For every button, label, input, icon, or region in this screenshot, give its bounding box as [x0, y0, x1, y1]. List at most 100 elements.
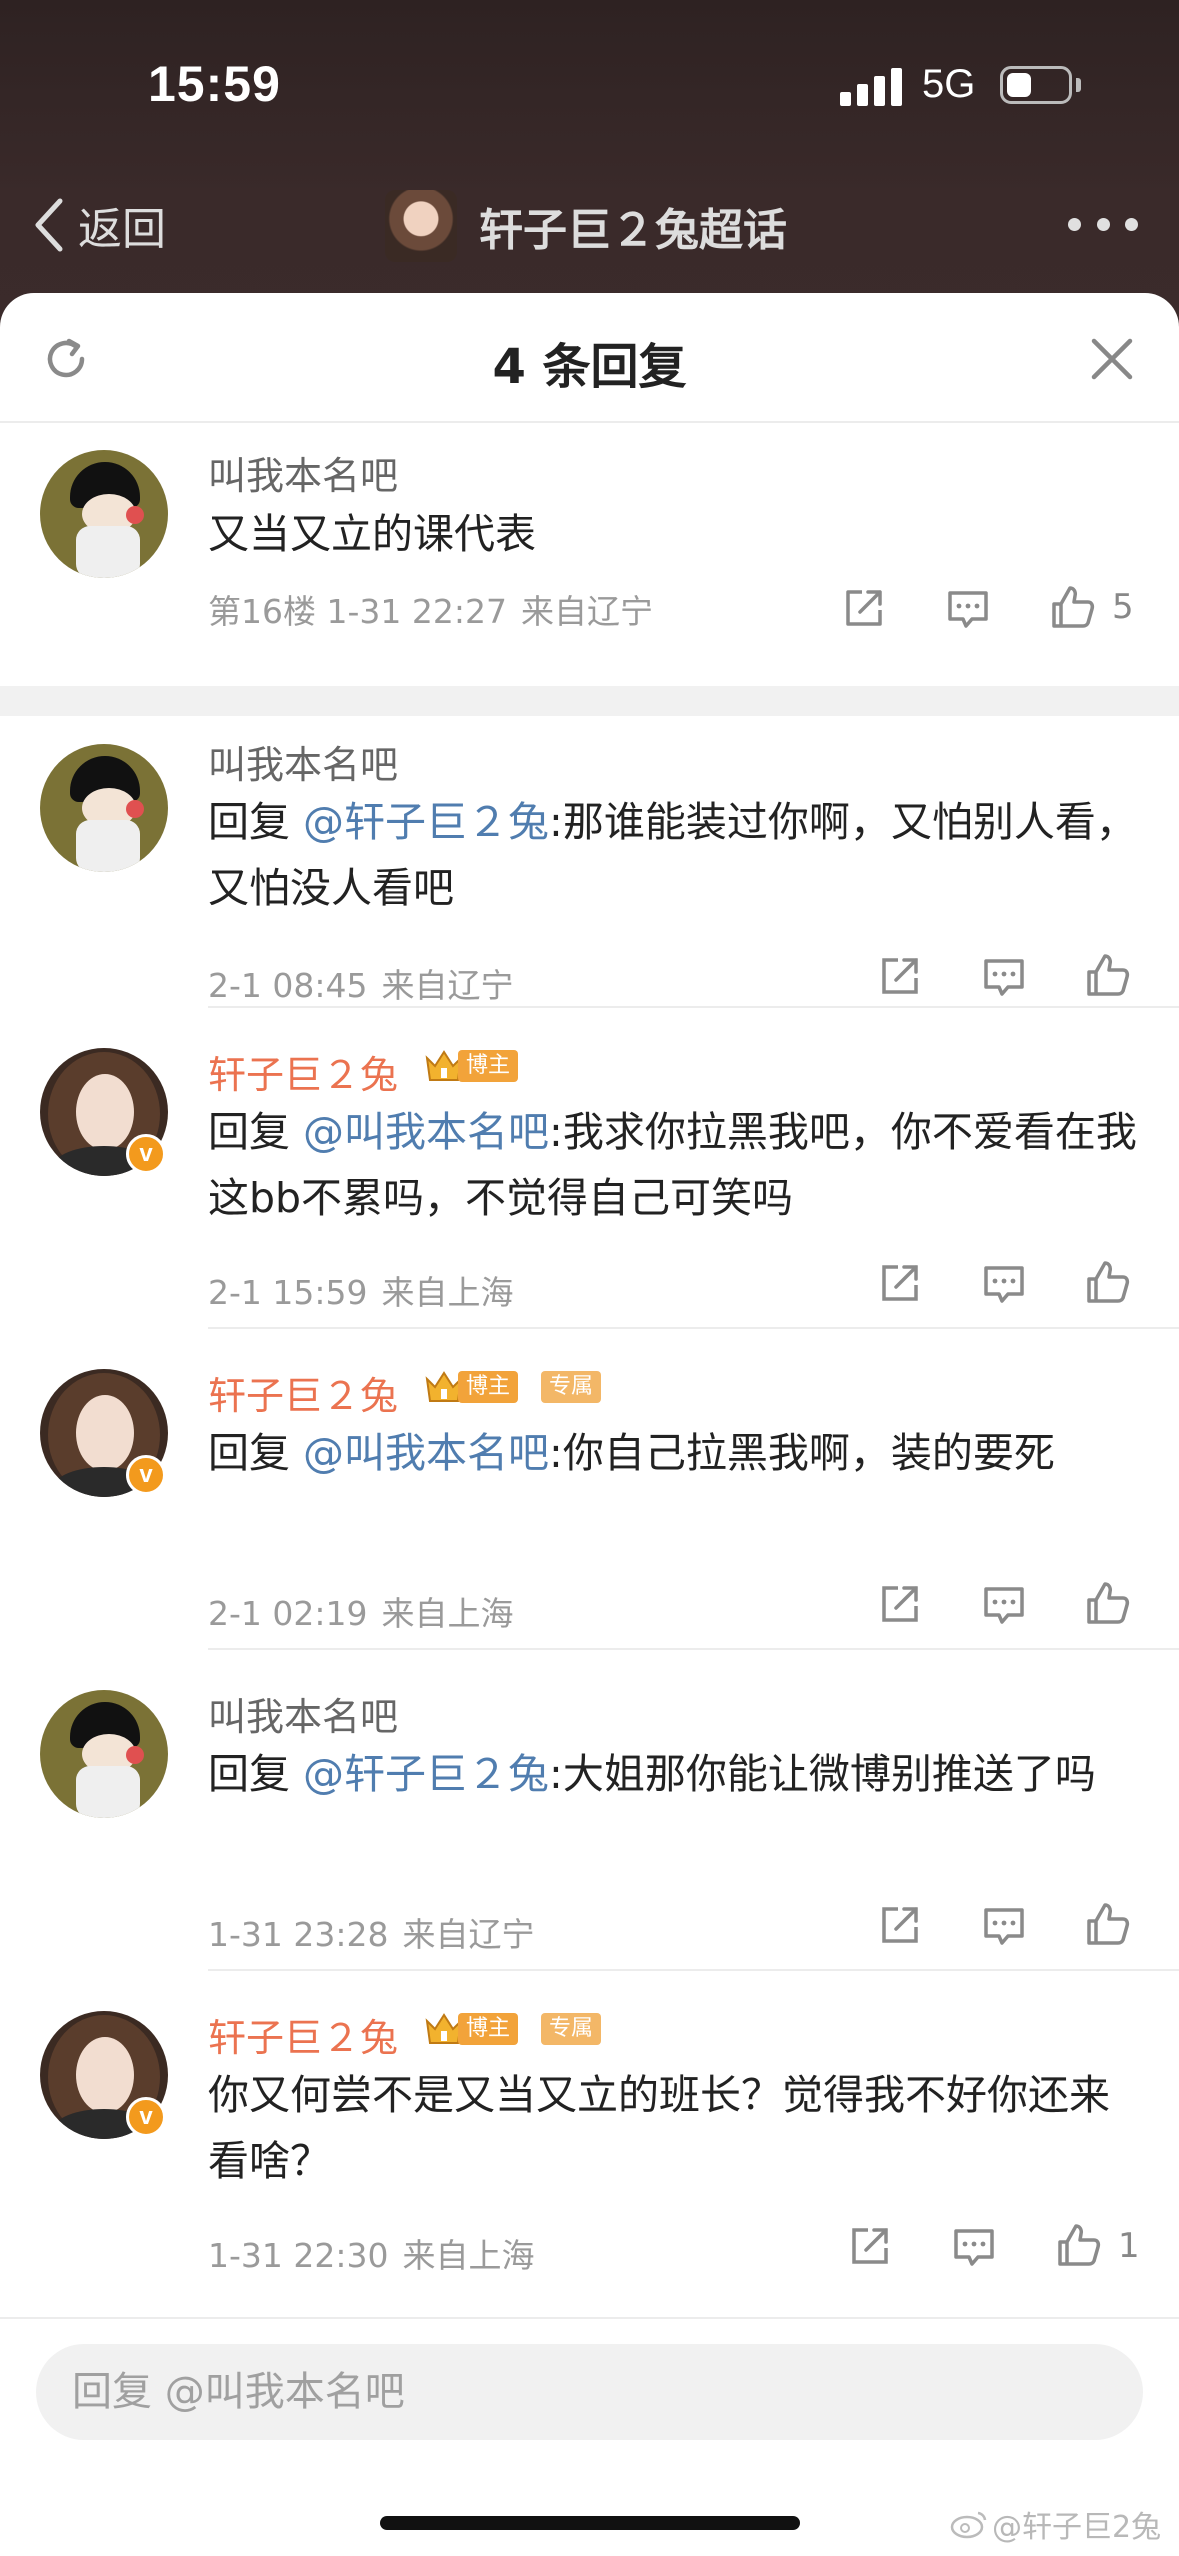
boss-badge: 博主	[424, 2011, 519, 2047]
boss-badge-label: 博主	[458, 1371, 519, 1403]
replies-sheet: 4 条回复 叫我本名吧 又当又立的课代表 第16楼 1-31 22:27 来自辽宁	[0, 293, 1179, 2556]
avatar[interactable]	[40, 1690, 168, 1818]
nav-title-text: 轩子巨２兔超话	[479, 205, 787, 256]
comment-source: 来自上海	[402, 2236, 535, 2275]
comment-source: 来自上海	[381, 1273, 514, 1312]
reply-text: 回复 @轩子巨２兔:那谁能装过你啊，又怕别人看， 又怕没人看吧	[208, 789, 1148, 921]
comment-source: 来自辽宁	[402, 1915, 535, 1954]
section-gap	[0, 686, 1179, 716]
share-icon[interactable]	[876, 1582, 922, 1628]
reply-prefix: 回复	[208, 1750, 304, 1798]
verified-badge-icon: v	[126, 1134, 166, 1174]
reply-body: :大姐那你能让微博别推送了吗	[549, 1750, 1096, 1798]
screen: 15:59 5G 返回 轩子巨２兔超话 4 条回复 叫我本名吧 又当又立的课代表…	[0, 0, 1179, 2556]
boss-badge: 博主	[424, 1048, 519, 1084]
chevron-left-icon	[35, 198, 63, 252]
verified-badge-icon: v	[126, 1455, 166, 1495]
comment-icon[interactable]	[981, 1582, 1027, 1628]
avatar[interactable]	[40, 450, 168, 578]
share-icon[interactable]	[846, 2224, 892, 2270]
reply-text: 回复 @轩子巨２兔:大姐那你能让微博别推送了吗	[208, 1741, 1148, 1807]
sheet-header: 4 条回复	[0, 293, 1179, 423]
comment-meta: 2-1 08:45 来自辽宁	[208, 959, 514, 1007]
exclusive-badge: 专属	[541, 1371, 602, 1403]
like-count: 5	[1112, 587, 1134, 627]
comment-meta: 第16楼 1-31 22:27 来自辽宁	[208, 585, 653, 633]
comment-time: 1-31 22:30	[208, 2236, 389, 2275]
exclusive-badge: 专属	[541, 2013, 602, 2045]
comment-time: 2-1 08:45	[208, 966, 368, 1005]
share-icon[interactable]	[876, 1903, 922, 1949]
reply-prefix: 回复	[208, 1108, 304, 1156]
avatar[interactable]	[40, 744, 168, 872]
comment-icon[interactable]	[945, 586, 991, 632]
back-label: 返回	[78, 204, 166, 255]
reply-text: 你又何尝不是又当又立的班长？觉得我不好你还来看啥？	[208, 2071, 1110, 2185]
reply-body: :你自己拉黑我啊，装的要死	[549, 1429, 1055, 1477]
reply-item: v 轩子巨２兔 博主 专属 你又何尝不是又当又立的班长？觉得我不好你还来看啥？ …	[0, 1971, 1179, 2289]
signal-icon	[840, 66, 902, 106]
comment-meta: 2-1 15:59 来自上海	[208, 1266, 514, 1314]
home-indicator[interactable]	[380, 2516, 800, 2530]
comment-time: 第16楼 1-31 22:27	[208, 592, 507, 631]
verified-badge-icon: v	[126, 2097, 166, 2137]
reply-item: v 轩子巨２兔 博主 回复 @叫我本名吧:我求你拉黑我吧，你不爱看在我这bb不累…	[0, 1008, 1179, 1329]
boss-badge-label: 博主	[458, 1050, 519, 1082]
share-icon[interactable]	[876, 1261, 922, 1307]
reply-item: v 轩子巨２兔 博主 专属 回复 @叫我本名吧:你自己拉黑我啊，装的要死 2-1…	[0, 1329, 1179, 1650]
like-icon[interactable]	[1056, 2222, 1102, 2268]
commenter-name[interactable]: 轩子巨２兔	[208, 1365, 398, 1420]
comment-icon[interactable]	[981, 1903, 1027, 1949]
commenter-name[interactable]: 叫我本名吧	[208, 445, 398, 500]
comment-icon[interactable]	[981, 954, 1027, 1000]
close-icon[interactable]	[1088, 335, 1136, 383]
comment-meta: 1-31 22:30 来自上海	[208, 2229, 535, 2277]
comment-time: 2-1 02:19	[208, 1594, 368, 1633]
mention-link[interactable]: @轩子巨２兔	[303, 1750, 549, 1798]
mention-link[interactable]: @轩子巨２兔	[303, 798, 549, 846]
sheet-title: 4 条回复	[492, 339, 687, 395]
like-count: 1	[1118, 2226, 1140, 2266]
network-label: 5G	[922, 62, 976, 106]
reply-text: 回复 @叫我本名吧:你自己拉黑我啊，装的要死	[208, 1420, 1148, 1486]
reply-text: 回复 @叫我本名吧:我求你拉黑我吧，你不爱看在我这bb不累吗，不觉得自己可笑吗	[208, 1099, 1148, 1231]
topic-avatar	[385, 190, 457, 262]
mention-link[interactable]: @叫我本名吧	[303, 1108, 549, 1156]
reply-prefix: 回复	[208, 1429, 304, 1477]
weibo-logo-icon	[950, 2511, 987, 2539]
watermark-text: @轩子巨2兔	[992, 2510, 1162, 2545]
nav-title[interactable]: 轩子巨２兔超话	[385, 188, 787, 264]
share-icon[interactable]	[840, 586, 886, 632]
reply-item: 叫我本名吧 回复 @轩子巨２兔:那谁能装过你啊，又怕别人看， 又怕没人看吧 2-…	[0, 716, 1179, 1008]
comment-source: 来自辽宁	[381, 966, 514, 1005]
status-time: 15:59	[148, 56, 281, 112]
mention-link[interactable]: @叫我本名吧	[303, 1429, 549, 1477]
reply-input[interactable]: 回复 @叫我本名吧	[36, 2344, 1143, 2440]
back-button[interactable]: 返回	[30, 190, 166, 260]
comment-text: 又当又立的课代表	[208, 510, 536, 558]
like-icon[interactable]	[1085, 1580, 1131, 1626]
comment-time: 2-1 15:59	[208, 1273, 368, 1312]
reply-prefix: 回复	[208, 798, 304, 846]
commenter-name[interactable]: 叫我本名吧	[208, 1686, 398, 1741]
battery-tip	[1076, 78, 1081, 92]
comment-time: 1-31 23:28	[208, 1915, 389, 1954]
commenter-name[interactable]: 轩子巨２兔	[208, 2007, 398, 2062]
boss-badge: 博主	[424, 1369, 519, 1405]
more-icon[interactable]	[1068, 218, 1138, 234]
comment-source: 来自上海	[381, 1594, 514, 1633]
share-icon[interactable]	[876, 954, 922, 1000]
like-icon[interactable]	[1085, 1259, 1131, 1305]
comment-icon[interactable]	[951, 2224, 997, 2270]
commenter-name[interactable]: 轩子巨２兔	[208, 1044, 398, 1099]
header-background	[0, 0, 1179, 330]
like-icon[interactable]	[1085, 1901, 1131, 1947]
comment-icon[interactable]	[981, 1261, 1027, 1307]
comment-source: 来自辽宁	[520, 592, 653, 631]
reply-item: 叫我本名吧 回复 @轩子巨２兔:大姐那你能让微博别推送了吗 1-31 23:28…	[0, 1650, 1179, 1971]
commenter-name[interactable]: 叫我本名吧	[208, 734, 398, 789]
battery-icon	[1000, 66, 1072, 104]
comment-meta: 2-1 02:19 来自上海	[208, 1587, 514, 1635]
like-icon[interactable]	[1050, 584, 1096, 630]
like-icon[interactable]	[1085, 952, 1131, 998]
